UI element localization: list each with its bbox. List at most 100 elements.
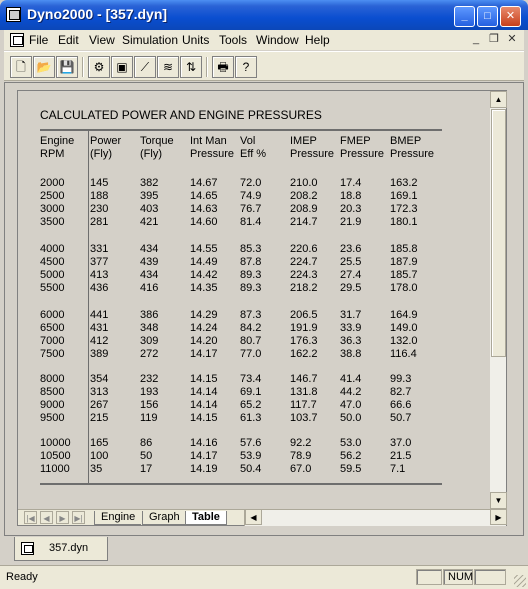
table-cell-int-man-pressure: 14.67 (190, 177, 218, 189)
print-button[interactable]: 🖶 (212, 56, 234, 78)
maximize-button[interactable]: □ (477, 6, 498, 27)
tab-engine[interactable]: Engine (94, 511, 142, 525)
new-file-button[interactable]: 🗋 (10, 56, 32, 78)
table-cell-int-man-pressure: 14.17 (190, 348, 218, 360)
table-cell-engine-rpm: 3500 (40, 216, 65, 228)
table-cell-imep: 103.7 (290, 412, 318, 424)
app-icon[interactable] (6, 7, 21, 22)
table-cell-torque: 421 (140, 216, 159, 228)
vertical-scrollbar[interactable]: ▲ ▼ (489, 91, 507, 509)
open-file-button[interactable]: 📂 (33, 56, 55, 78)
menu-tools[interactable]: Tools (219, 33, 247, 47)
mdi-close-button[interactable]: ✕ (504, 32, 520, 46)
table-cell-imep: 224.7 (290, 256, 318, 268)
table-cell-vol-eff: 65.2 (240, 399, 262, 411)
cylinder-button[interactable]: ▣ (111, 56, 133, 78)
table-cell-engine-rpm: 5500 (40, 282, 65, 294)
table-cell-bmep: 180.1 (390, 216, 418, 228)
window-tab-bar: 357.dyn (4, 536, 524, 564)
table-cell-vol-eff: 87.3 (240, 309, 262, 321)
table-cell-vol-eff: 87.8 (240, 256, 262, 268)
scroll-thumb[interactable] (491, 109, 506, 357)
valve-button[interactable]: ⟋ (134, 56, 156, 78)
window-tab-357[interactable]: 357.dyn (14, 537, 108, 561)
menu-view[interactable]: View (89, 33, 115, 47)
table-cell-power: 313 (90, 386, 109, 398)
table-cell-engine-rpm: 11000 (40, 463, 70, 475)
table-cell-torque: 272 (140, 348, 159, 360)
column-subheader-power: (Fly) (90, 148, 112, 160)
table-cell-power: 165 (90, 437, 109, 449)
table-cell-bmep: 21.5 (390, 450, 412, 462)
horizontal-scrollbar[interactable]: ◀ ▶ (244, 509, 507, 526)
menu-units[interactable]: Units (182, 33, 209, 47)
table-cell-int-man-pressure: 14.60 (190, 216, 218, 228)
camshaft-button[interactable]: ≋ (157, 56, 179, 78)
table-cell-vol-eff: 84.2 (240, 322, 262, 334)
title-bar[interactable]: Dyno2000 - [357.dyn] _ □ ✕ (0, 0, 528, 30)
table-cell-torque: 434 (140, 269, 159, 281)
menu-edit[interactable]: Edit (58, 33, 79, 47)
table-cell-fmep: 36.3 (340, 335, 362, 347)
next-sheet-icon[interactable]: ▶ (56, 511, 69, 524)
menu-bar: File Edit View Simulation Units Tools Wi… (4, 30, 524, 50)
table-cell-vol-eff: 74.9 (240, 190, 262, 202)
engine-icon: ⚙ (93, 60, 105, 74)
table-cell-vol-eff: 53.9 (240, 450, 262, 462)
resize-grip-icon[interactable] (514, 575, 526, 587)
table-cell-bmep: 164.9 (390, 309, 418, 321)
table-cell-engine-rpm: 10500 (40, 450, 71, 462)
scroll-right-arrow[interactable]: ▶ (490, 509, 507, 525)
table-cell-torque: 86 (140, 437, 153, 449)
compare-button[interactable]: ⇅ (180, 56, 202, 78)
mdi-restore-button[interactable]: ❐ (486, 32, 502, 46)
tab-graph[interactable]: Graph (142, 511, 186, 525)
close-button[interactable]: ✕ (500, 6, 521, 27)
table-cell-vol-eff: 50.4 (240, 463, 262, 475)
save-file-button[interactable]: 💾 (56, 56, 78, 78)
last-sheet-icon[interactable]: ▶| (72, 511, 85, 524)
minimize-button[interactable]: _ (454, 6, 475, 27)
status-pane-num: NUM (443, 569, 473, 585)
scroll-left-arrow[interactable]: ◀ (245, 509, 262, 525)
table-cell-power: 354 (90, 373, 109, 385)
print-icon: 🖶 (217, 60, 229, 74)
prev-sheet-icon[interactable]: ◀ (40, 511, 53, 524)
menu-file[interactable]: File (29, 33, 48, 47)
table-cell-fmep: 29.5 (340, 282, 362, 294)
table-cell-int-man-pressure: 14.20 (190, 335, 218, 347)
menu-help[interactable]: Help (305, 33, 330, 47)
table-cell-fmep: 27.4 (340, 269, 362, 281)
scroll-down-arrow[interactable]: ▼ (490, 492, 507, 509)
table-cell-int-man-pressure: 14.55 (190, 243, 218, 255)
engine-button[interactable]: ⚙ (88, 56, 110, 78)
table-cell-int-man-pressure: 14.24 (190, 322, 218, 334)
first-sheet-icon[interactable]: |◀ (24, 511, 37, 524)
table-cell-int-man-pressure: 14.14 (190, 386, 218, 398)
table-cell-power: 230 (90, 203, 109, 215)
toolbar-separator (82, 57, 84, 77)
column-subheader-engine-rpm: RPM (40, 148, 65, 160)
mdi-minimize-button[interactable]: _ (468, 32, 484, 46)
column-header-bmep: BMEP (390, 135, 422, 147)
table-cell-power: 441 (90, 309, 109, 321)
toolbar-separator (206, 57, 208, 77)
scroll-up-arrow[interactable]: ▲ (490, 91, 507, 108)
help-button[interactable]: ? (235, 56, 257, 78)
table-cell-torque: 348 (140, 322, 159, 334)
menu-simulation[interactable]: Simulation (122, 33, 178, 47)
table-cell-fmep: 17.4 (340, 177, 362, 189)
table-cell-torque: 434 (140, 243, 159, 255)
table-cell-int-man-pressure: 14.19 (190, 463, 218, 475)
document-icon[interactable] (10, 33, 24, 47)
tab-table[interactable]: Table (185, 511, 227, 525)
table-cell-imep: 131.8 (290, 386, 318, 398)
menu-window[interactable]: Window (256, 33, 299, 47)
table-cell-bmep: 7.1 (390, 463, 406, 475)
table-cell-vol-eff: 80.7 (240, 335, 262, 347)
table-cell-vol-eff: 72.0 (240, 177, 262, 189)
table-cell-vol-eff: 69.1 (240, 386, 262, 398)
table-cell-fmep: 31.7 (340, 309, 362, 321)
table-cell-power: 331 (90, 243, 109, 255)
column-subheader-torque: (Fly) (140, 148, 162, 160)
